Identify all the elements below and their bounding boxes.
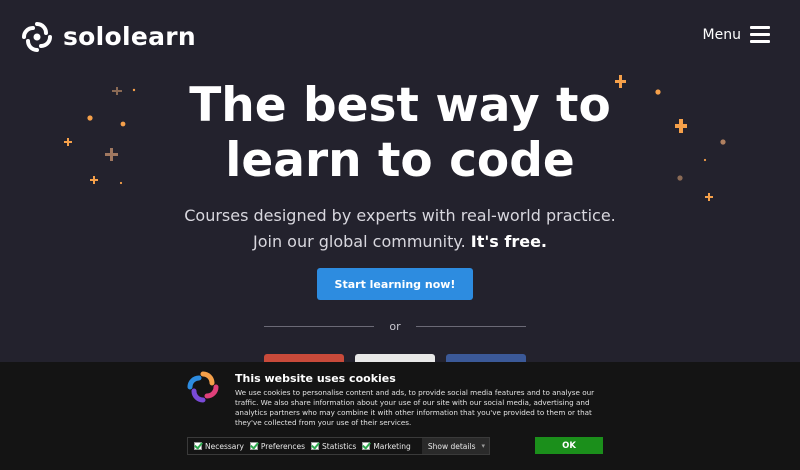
consent-statistics[interactable]: Statistics (311, 442, 356, 451)
show-details-button[interactable]: Show details ▾ (421, 438, 489, 454)
logo-text: sololearn (63, 22, 197, 51)
subtitle-line1: Courses designed by experts with real-wo… (184, 206, 616, 225)
hamburger-icon (750, 26, 770, 43)
checkbox-icon (194, 442, 202, 450)
cookie-ok-button[interactable]: OK (535, 437, 603, 454)
chevron-down-icon: ▾ (481, 442, 485, 450)
consent-options: Necessary Preferences Statistics Marketi… (187, 437, 490, 455)
consent-preferences[interactable]: Preferences (249, 441, 306, 451)
consent-marketing[interactable]: Marketing (362, 441, 411, 451)
hero-title-line2: learn to code (225, 133, 575, 188)
consent-label: Statistics (322, 441, 357, 451)
site-header: sololearn Menu (0, 0, 800, 72)
hero-title: The best way to learn to code (0, 78, 800, 188)
consent-label: Preferences (260, 441, 306, 451)
sololearn-logo-icon (22, 22, 52, 52)
or-divider: or (264, 318, 526, 336)
consent-necessary[interactable]: Necessary (194, 442, 244, 451)
hero-subtitle: Courses designed by experts with real-wo… (0, 203, 800, 255)
show-details-label: Show details (427, 441, 476, 451)
start-learning-button[interactable]: Start learning now! (317, 268, 473, 300)
cookiebot-logo-icon (187, 371, 219, 403)
hero-title-line1: The best way to (189, 78, 611, 133)
consent-label: Marketing (373, 441, 411, 451)
checkbox-icon (311, 442, 320, 450)
menu-label: Menu (702, 26, 741, 43)
menu-button[interactable]: Menu (703, 26, 770, 43)
checkbox-icon (249, 442, 258, 450)
consent-label: Necessary (205, 441, 244, 451)
divider-line-right (416, 326, 526, 327)
subtitle-free: It's free. (470, 232, 547, 251)
cookie-banner-title: This website uses cookies (235, 372, 396, 385)
subtitle-line2: Join our global community. It's free. (0, 229, 800, 255)
sololearn-logo[interactable]: sololearn (20, 20, 196, 54)
checkbox-icon (362, 442, 371, 450)
cookie-banner-text: We use cookies to personalise content an… (235, 388, 595, 427)
subtitle-community: Join our global community. (252, 232, 466, 251)
